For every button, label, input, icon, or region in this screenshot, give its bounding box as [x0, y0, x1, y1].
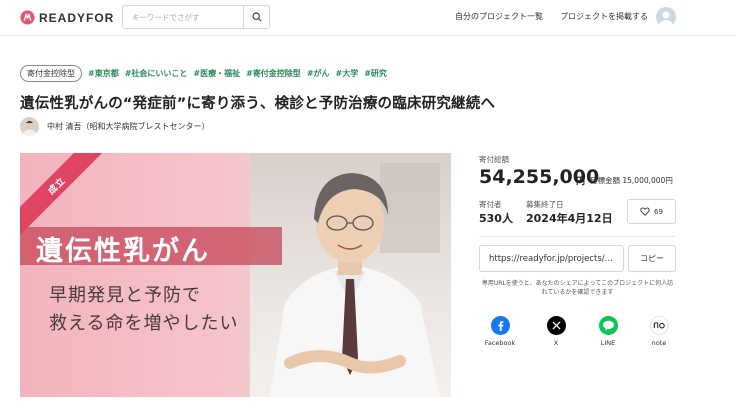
line-glyph [602, 320, 614, 331]
owner-avatar-icon [23, 121, 36, 136]
nav-post-project[interactable]: プロジェクトを掲載する [560, 11, 648, 22]
project-owner[interactable]: 中村 清吾（昭和大学病院ブレストセンター） [20, 117, 210, 136]
goal-amount: 目標金額 15,000,000円 [590, 176, 673, 185]
end-date-label: 募集終了日 [526, 200, 564, 209]
copy-url-button[interactable]: コピー [628, 245, 676, 272]
tag-link[interactable]: #医療・福祉 [193, 68, 240, 79]
facebook-label: Facebook [484, 339, 516, 347]
note-label: note [651, 339, 667, 347]
share-url-note: 専用URLを使うと、あなたのシェアによってこのプロジェクトに何人訪れているかを確… [481, 280, 674, 297]
facebook-icon [490, 316, 510, 335]
share-note[interactable]: note [639, 316, 679, 347]
share-facebook[interactable]: Facebook [480, 316, 520, 347]
logo-mark-icon [20, 10, 35, 25]
total-unit: 円 [576, 177, 586, 187]
x-label: X [553, 339, 559, 347]
sidebar-divider [479, 236, 676, 237]
nav-my-projects[interactable]: 自分のプロジェクト一覧 [455, 11, 543, 22]
tag-link[interactable]: #東京都 [88, 68, 119, 79]
tag-link[interactable]: #大学 [336, 68, 359, 79]
x-icon [546, 316, 566, 335]
facebook-glyph [497, 321, 503, 331]
doctor-portrait [270, 163, 440, 397]
project-title: 遺伝性乳がんの“発症前”に寄り添う、検診と予防治療の臨床研究継続へ [20, 96, 496, 112]
readyfor-logo[interactable]: READYFOR [20, 10, 114, 25]
tag-link[interactable]: #研究 [364, 68, 387, 79]
hero-line-1: 早期発見と予防で [49, 285, 201, 306]
share-x[interactable]: X [536, 316, 576, 347]
note-glyph [653, 322, 665, 329]
project-tags: 寄付金控除型 #東京都 #社会にいいこと #医療・福祉 #寄付金控除型 #がん … [20, 65, 387, 82]
project-hero-image: 遺伝性乳がん 早期発見と予防で 救える命を増やしたい 成立 [20, 153, 451, 397]
note-icon [649, 316, 669, 335]
logo-text: READYFOR [39, 10, 115, 25]
supporters-count: 530人 [479, 212, 513, 225]
owner-avatar [20, 117, 39, 136]
like-button[interactable]: 69 [627, 199, 676, 224]
search-input[interactable] [123, 6, 243, 28]
heart-icon [640, 207, 650, 216]
type-badge[interactable]: 寄付金控除型 [20, 65, 82, 82]
like-count: 69 [654, 207, 663, 216]
site-header: READYFOR 自分のプロジェクト一覧 プロジェクトを掲載する [0, 0, 736, 36]
x-glyph [551, 321, 561, 330]
owner-name: 中村 清吾（昭和大学病院ブレストセンター） [47, 122, 210, 131]
search-icon [251, 12, 262, 22]
search-button[interactable] [243, 6, 269, 28]
hero-line-2: 救える命を増やしたい [49, 313, 239, 334]
status-ribbon-label: 成立 [46, 175, 68, 197]
tag-link[interactable]: #寄付金控除型 [246, 68, 301, 79]
line-icon [598, 316, 618, 335]
tag-link[interactable]: #がん [307, 68, 330, 79]
status-ribbon: 成立 [20, 153, 106, 235]
line-label: LINE [600, 339, 616, 347]
supporters-label: 寄付者 [479, 200, 502, 209]
end-date: 2024年4月12日 [526, 212, 613, 225]
user-avatar-icon [659, 11, 673, 27]
search-bar [122, 5, 270, 29]
share-url-field[interactable]: https://readyfor.jp/projects/... [479, 245, 624, 272]
share-line[interactable]: LINE [588, 316, 628, 347]
tag-link[interactable]: #社会にいいこと [125, 68, 188, 79]
user-avatar[interactable] [656, 7, 676, 27]
total-label: 寄付総額 [479, 155, 509, 164]
hero-headline: 遺伝性乳がん [36, 236, 210, 267]
